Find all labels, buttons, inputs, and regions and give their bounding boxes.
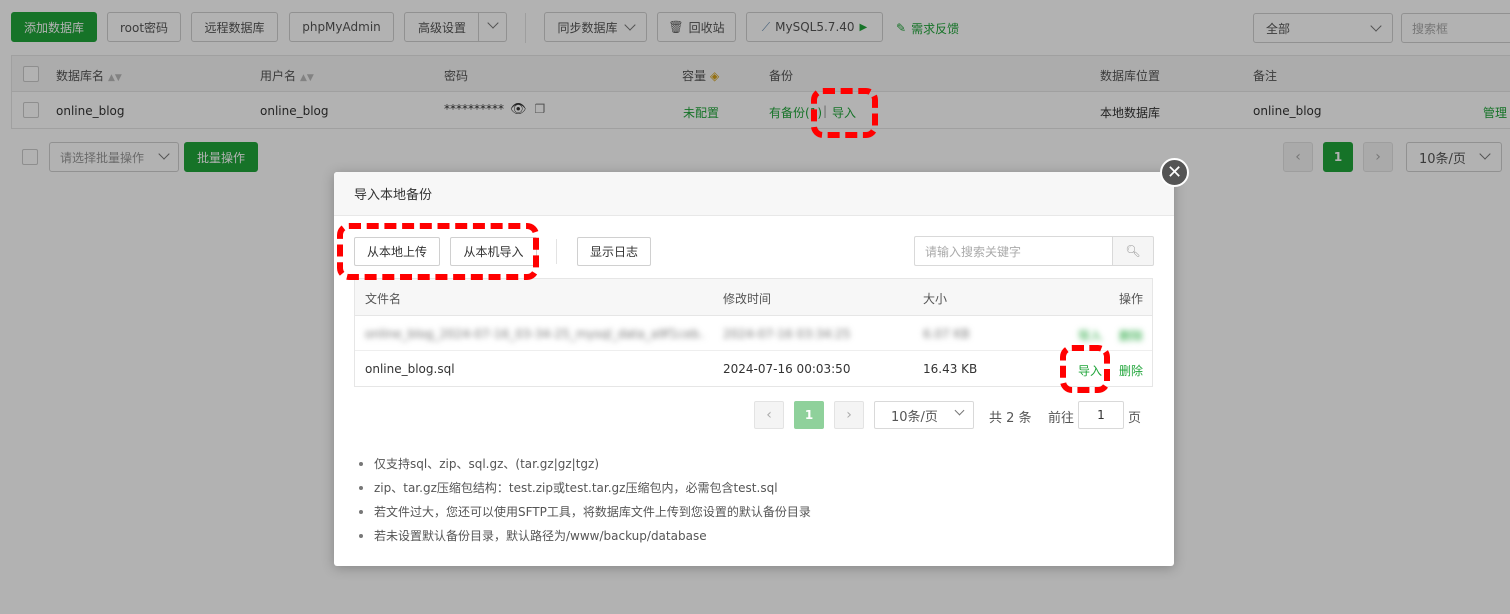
show-log-label: 显示日志 — [589, 245, 638, 259]
highlight-import-file — [1060, 345, 1110, 393]
page-unit-label: 页 — [1128, 411, 1142, 426]
per-page-select[interactable]: 10条/页 — [874, 401, 974, 429]
tips-list: 仅支持sql、zip、sql.gz、(tar.gz|gz|tgz) zip、ta… — [356, 456, 1146, 552]
file-name: online_blog_2024-07-16_03-34-25_mysql_da… — [365, 327, 705, 341]
per-page-value: 10条/页 — [891, 409, 938, 425]
search-icon: 🔍︎ — [1125, 244, 1141, 258]
goto-page-input[interactable]: 1 — [1078, 401, 1124, 429]
file-mtime: 2024-07-16 03:34:25 — [723, 327, 851, 341]
dialog-header: 导入本地备份 — [334, 172, 1174, 216]
delete-file-link[interactable]: 删除 — [1119, 327, 1143, 344]
dialog-title: 导入本地备份 — [354, 188, 433, 203]
file-name: online_blog.sql — [365, 362, 455, 376]
close-icon: ✕ — [1166, 161, 1183, 183]
col-filename: 文件名 — [365, 292, 402, 306]
prev-page-button[interactable]: ‹ — [754, 401, 784, 429]
delete-file-link[interactable]: 删除 — [1119, 362, 1143, 379]
col-action: 操作 — [1119, 292, 1144, 306]
dialog-toolbar-divider — [556, 239, 557, 264]
chevron-down-icon — [954, 405, 965, 416]
col-mtime: 修改时间 — [723, 292, 772, 306]
list-item: zip、tar.gz压缩包结构：test.zip或test.tar.gz压缩包内… — [356, 480, 1146, 504]
table-row: online_blog.sql 2024-07-16 00:03:50 16.4… — [355, 351, 1152, 386]
total-count: 共 2 条 — [989, 411, 1032, 426]
goto-page-value: 1 — [1097, 408, 1105, 422]
page-1-button[interactable]: 1 — [794, 401, 824, 429]
file-size: 6.07 KB — [923, 327, 970, 341]
table-row: online_blog_2024-07-16_03-34-25_mysql_da… — [355, 316, 1152, 351]
backup-file-table: 文件名 修改时间 大小 操作 online_blog_2024-07-16_03… — [354, 278, 1153, 387]
list-item: 若文件过大，您还可以使用SFTP工具，将数据库文件上传到您设置的默认备份目录 — [356, 504, 1146, 528]
search-button[interactable]: 🔍︎ — [1112, 236, 1154, 266]
import-file-link[interactable]: 导入 — [1078, 327, 1102, 344]
close-dialog-button[interactable]: ✕ — [1160, 158, 1189, 187]
next-page-button[interactable]: › — [834, 401, 864, 429]
col-size: 大小 — [923, 292, 948, 306]
highlight-upload-buttons — [337, 223, 539, 280]
file-table-header: 文件名 修改时间 大小 操作 — [355, 279, 1152, 316]
dialog-search-input[interactable]: 请输入搜索关键字 — [914, 236, 1113, 266]
show-log-button[interactable]: 显示日志 — [577, 237, 651, 266]
dialog-search-placeholder: 请输入搜索关键字 — [925, 244, 1022, 259]
file-size: 16.43 KB — [923, 362, 978, 376]
list-item: 仅支持sql、zip、sql.gz、(tar.gz|gz|tgz) — [356, 456, 1146, 480]
list-item: 若未设置默认备份目录，默认路径为/www/backup/database — [356, 528, 1146, 552]
page-number: 1 — [804, 408, 814, 422]
highlight-import-link — [811, 88, 878, 138]
file-mtime: 2024-07-16 00:03:50 — [723, 362, 851, 376]
dialog-pagination: ‹ 1 › 10条/页 共 2 条 前往 1 页 — [334, 401, 1174, 429]
goto-label: 前往 — [1048, 411, 1075, 426]
